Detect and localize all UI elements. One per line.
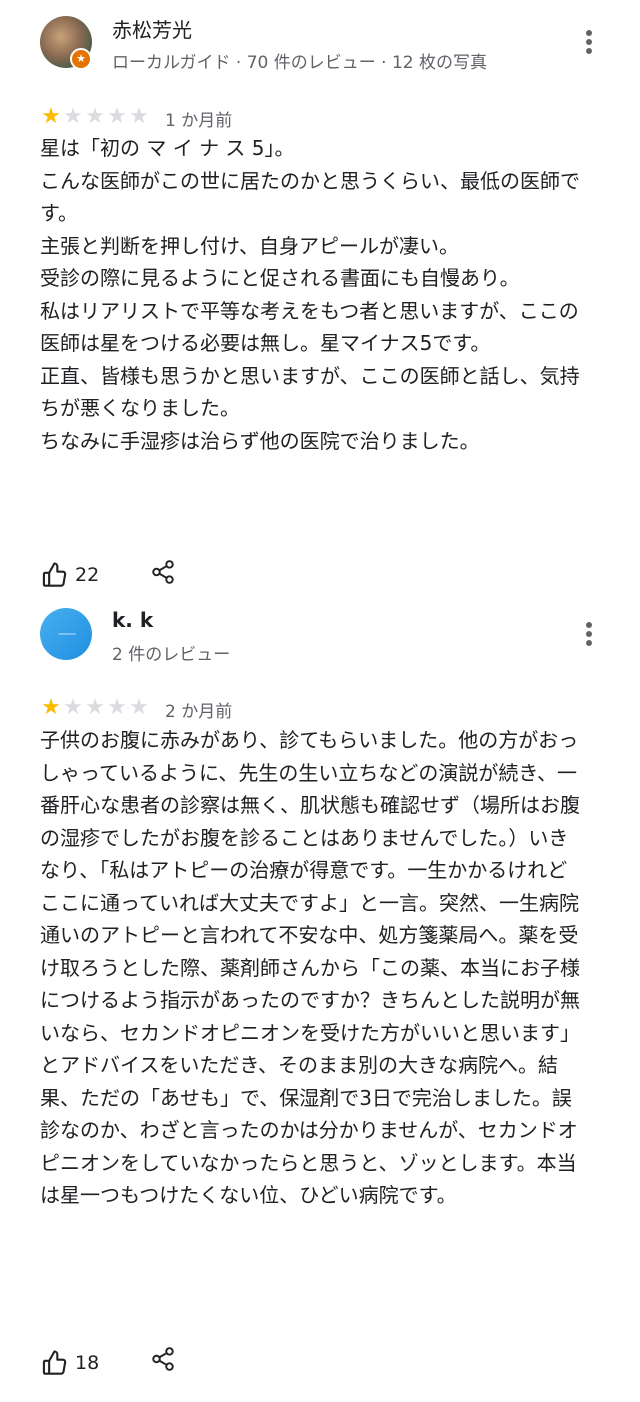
reviewer-meta: ローカルガイド · 70 件のレビュー · 12 枚の写真 — [112, 53, 487, 73]
star-empty-icon: ★ — [107, 695, 127, 720]
more-options-icon[interactable] — [578, 28, 600, 58]
reviewer-meta: 2 件のレビュー — [112, 645, 231, 665]
reviewer-avatar[interactable] — [40, 608, 92, 660]
review-text[interactable]: 星は「初の マ イ ナ ス 5」。 こんな医師がこの世に居たのかと思うくらい、最… — [40, 132, 580, 457]
star-empty-icon: ★ — [85, 104, 105, 129]
reviewer-name[interactable]: k. k — [112, 608, 153, 632]
star-empty-icon: ★ — [85, 695, 105, 720]
star-empty-icon: ★ — [129, 695, 149, 720]
review-paragraph: 子供のお腹に赤みがあり、診てもらいました。他の方がおっしゃっているように、先生の… — [40, 728, 580, 1207]
local-guide-star-icon: ★ — [70, 48, 92, 70]
review-paragraph: 私はリアリストで平等な考えをもつ者と思いますが、ここの医師は星をつける必要は無し… — [40, 298, 579, 356]
like-count: 22 — [75, 564, 100, 586]
review-paragraph: 主張と判断を押し付け、自身アピールが凄い。 — [40, 233, 459, 258]
star-empty-icon: ★ — [107, 104, 127, 129]
thumb-up-icon[interactable] — [40, 560, 70, 588]
star-empty-icon: ★ — [63, 695, 83, 720]
review-card: ★ 赤松芳光 ローカルガイド · 70 件のレビュー · 12 枚の写真 ★ ★… — [0, 0, 640, 600]
share-icon[interactable] — [150, 1346, 176, 1372]
like-count: 18 — [75, 1352, 100, 1374]
review-date: 2 か月前 — [165, 702, 233, 722]
star-filled-icon: ★ — [41, 104, 61, 129]
review-paragraph: こんな医師がこの世に居たのかと思うくらい、最低の医師です。 — [40, 168, 580, 226]
reviewer-name[interactable]: 赤松芳光 — [112, 14, 192, 43]
review-paragraph: 星は「初の マ イ ナ ス 5」。 — [40, 136, 295, 160]
review-text[interactable]: 子供のお腹に赤みがあり、診てもらいました。他の方がおっしゃっているように、先生の… — [40, 724, 580, 1212]
star-empty-icon: ★ — [129, 104, 149, 129]
review-card: k. k 2 件のレビュー ★ ★ ★ ★ ★ 2 か月前 子供のお腹に赤みがあ… — [0, 600, 640, 1402]
more-options-icon[interactable] — [578, 620, 600, 650]
review-paragraph: ちなみに手湿疹は治らず他の医院で治りました。 — [40, 428, 480, 453]
share-icon[interactable] — [150, 559, 176, 585]
thumb-up-icon[interactable] — [40, 1348, 70, 1376]
review-paragraph: 受診の際に見るようにと促される書面にも自慢あり。 — [40, 266, 520, 290]
star-filled-icon: ★ — [41, 695, 61, 720]
star-rating: ★ ★ ★ ★ ★ — [40, 697, 150, 719]
star-empty-icon: ★ — [63, 104, 83, 129]
review-date: 1 か月前 — [165, 111, 233, 131]
star-rating: ★ ★ ★ ★ ★ — [40, 106, 150, 128]
review-paragraph: 正直、皆様も思うかと思いますが、ここの医師と話し、気持ちが悪くなりました。 — [40, 363, 580, 421]
